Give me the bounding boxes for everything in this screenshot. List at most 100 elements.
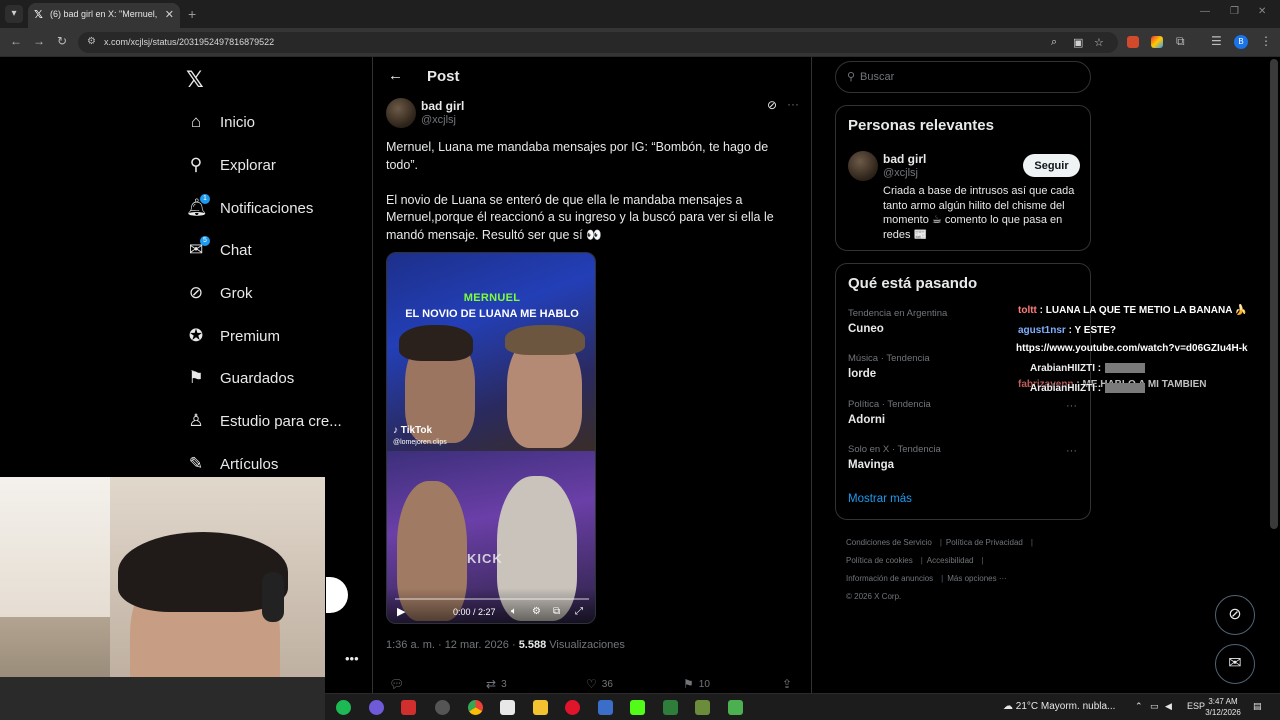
extensions-puzzle-icon[interactable]: ⧉ [1176,34,1185,49]
weather-widget[interactable]: ☁ 21°C Mayorm. nubla... [1003,701,1115,712]
extension-icon[interactable] [1127,36,1139,48]
mail-icon: ✉ 5 [186,236,210,260]
star-icon[interactable]: ☆ [1094,36,1104,49]
video-caption: EL NOVIO DE LUANA ME HABLO [405,308,579,320]
more-options-icon[interactable]: ··· [1066,400,1077,412]
footer-link[interactable]: Más opciones ··· [947,574,1007,583]
relevant-user-handle[interactable]: @xcjlsj [883,167,918,179]
app-icon[interactable] [401,700,416,715]
page-title: Post [427,68,460,85]
url-field[interactable]: ⚙ x.com/xcjlsj/status/203195249781687952… [78,32,1118,53]
like-button[interactable]: ♡ 36 [586,677,613,691]
messages-fab-button[interactable]: ✉ [1215,644,1255,684]
trend-item[interactable]: Política · Tendencia Adorni [848,399,1078,426]
author-name[interactable]: bad girl [421,99,464,113]
reply-button[interactable]: 💬︎ [389,677,409,691]
spotify-icon[interactable] [336,700,351,715]
browser-tab[interactable]: 𝕏 (6) bad girl en X: "Mernuel, Lua ✕ [28,3,180,28]
cast-icon[interactable]: ▣ [1073,36,1083,49]
nav-item-chat[interactable]: ✉ 5 Chat [186,235,252,265]
settings-icon[interactable]: ⚙ [532,606,541,617]
show-more-link[interactable]: Mostrar más [848,493,912,505]
chat-text: : [1095,383,1102,394]
forward-icon[interactable]: → [33,34,45,48]
chat-text: : LUANA LA QUE TE METIO LA BANANA 🍌 [1036,305,1248,316]
account-more-icon[interactable]: ••• [345,651,359,666]
folder-icon[interactable] [533,700,548,715]
chat-emote-image [1105,383,1146,394]
nav-item-studio[interactable]: ♙ Estudio para cre... [186,406,341,436]
profile-avatar[interactable]: B [1234,35,1248,49]
more-options-icon[interactable]: ··· [787,97,799,111]
minecraft-icon[interactable] [695,700,710,715]
site-info-icon[interactable]: ⚙ [87,36,96,47]
scrollbar[interactable] [1270,59,1278,529]
tray-chevron-icon[interactable]: ⌃ [1135,701,1143,712]
notifications-icon[interactable]: ▤ [1253,701,1262,712]
back-icon[interactable]: ← [10,34,22,48]
relevant-user-name[interactable]: bad girl [883,152,926,166]
chrome-icon[interactable] [468,700,483,715]
tab-title: (6) bad girl en X: "Mernuel, Lua [50,9,160,19]
nav-item-grok[interactable]: ⊘ Grok [186,278,253,308]
avatar[interactable] [386,98,416,128]
footer-link[interactable]: Información de anuncios [846,574,933,583]
post-timestamp[interactable]: 1:36 a. m. · 12 mar. 2026 · [386,639,519,651]
minimize-icon[interactable]: — [1200,6,1210,17]
restore-icon[interactable]: ❐ [1230,6,1239,17]
post-compose-button[interactable] [326,577,348,613]
menu-icon[interactable]: ⋮ [1260,34,1272,48]
nav-item-home[interactable]: ⌂ Inicio [186,107,255,137]
fullscreen-icon[interactable]: ⤢ [575,606,583,617]
video-player[interactable]: MERNUEL EL NOVIO DE LUANA ME HABLO ♪ Tik… [386,252,596,624]
trend-item[interactable]: Solo en X · Tendencia Mavinga [848,444,1078,471]
url-text[interactable]: x.com/xcjlsj/status/2031952497816879522 [104,37,274,47]
footer-link[interactable]: Condiciones de Servicio [846,538,932,547]
footer-link[interactable]: Política de cookies [846,556,913,565]
nav-item-articles[interactable]: ✎ Artículos [186,449,278,479]
close-icon[interactable]: ✕ [165,8,174,21]
extension-icon[interactable] [1151,36,1163,48]
separator: | [939,538,942,547]
clock[interactable]: 3:47 AM 3/12/2026 [1203,696,1243,718]
grok-fab-button[interactable]: ⊘ [1215,595,1255,635]
pip-icon[interactable]: ⧉ [553,606,560,617]
app-icon[interactable] [728,700,743,715]
avatar[interactable] [848,151,878,181]
volume-icon[interactable]: 🔈︎ [511,606,517,617]
author-handle[interactable]: @xcjlsj [421,114,456,126]
network-icon[interactable]: ▭ [1150,701,1159,712]
reload-icon[interactable]: ↻ [57,34,67,48]
repost-button[interactable]: ⇄ 3 [486,677,507,691]
share-button[interactable]: ⇪ [782,677,792,691]
zoom-icon[interactable]: ⌕ [1051,36,1057,49]
app-icon[interactable] [663,700,678,715]
search-box[interactable]: ⚲ [835,61,1091,93]
play-icon[interactable]: ▶ [397,605,405,618]
follow-button[interactable]: Seguir [1023,154,1080,177]
obs-icon[interactable] [435,700,450,715]
kick-icon[interactable] [630,700,645,715]
grok-icon[interactable]: ⊘ [767,98,777,112]
app-icon[interactable] [500,700,515,715]
new-tab-icon[interactable]: + [188,6,196,22]
opera-icon[interactable] [565,700,580,715]
search-input[interactable] [860,67,1080,87]
nav-item-premium[interactable]: ✪ Premium [186,321,280,351]
window-close-icon[interactable]: ✕ [1258,6,1266,17]
footer-link[interactable]: Accesibilidad [927,556,974,565]
tab-search-button[interactable]: ▾ [5,5,23,23]
volume-icon[interactable]: ◀ [1165,701,1172,712]
discord-icon[interactable] [369,700,384,715]
tab-strip-icon[interactable]: ☰ [1211,34,1222,48]
footer-link[interactable]: Política de Privacidad [946,538,1023,547]
video-progress-bar[interactable] [395,598,589,600]
more-options-icon[interactable]: ··· [1066,445,1077,457]
nav-item-notifications[interactable]: 🔔︎ 1 Notificaciones [186,193,313,223]
bookmark-button[interactable]: ⚑ 10 [683,677,710,691]
back-arrow-icon[interactable]: ← [388,67,403,84]
nav-item-bookmarks[interactable]: ⚑ Guardados [186,363,294,393]
nav-item-explore[interactable]: ⚲ Explorar [186,150,276,180]
app-icon[interactable] [598,700,613,715]
x-logo-icon[interactable]: 𝕏 [186,67,204,93]
